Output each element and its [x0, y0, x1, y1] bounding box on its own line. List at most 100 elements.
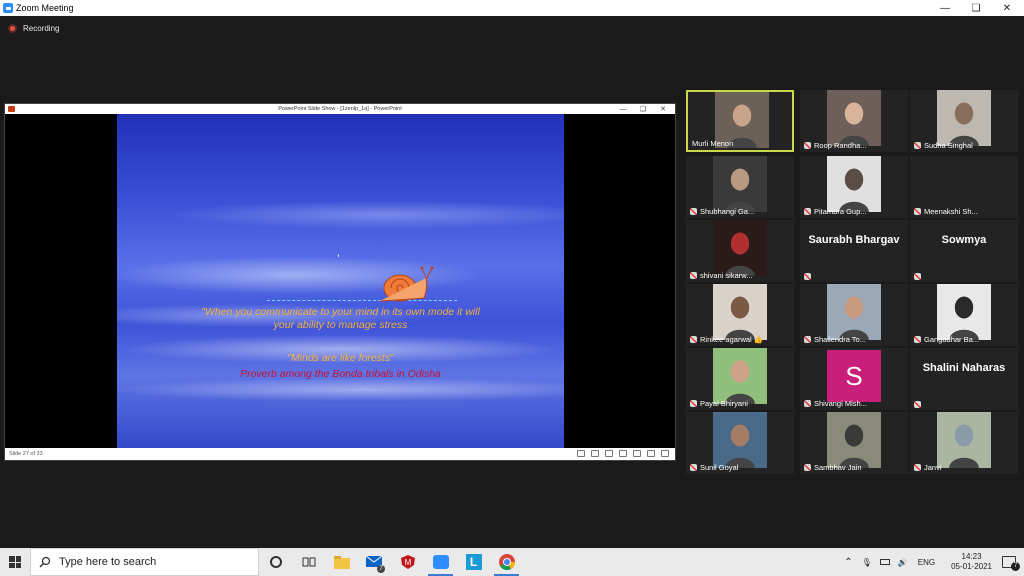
- participant-video: [713, 284, 767, 340]
- microphone-icon[interactable]: 🎙: [862, 558, 872, 567]
- powerpoint-icon: [8, 106, 15, 112]
- slide-quote-line-4: Proverb among the Bonda tribals in Odish…: [240, 368, 441, 380]
- participant-name: Shivangi Mish...: [814, 399, 867, 408]
- participant-tile[interactable]: Meenakshi Sh...: [910, 156, 1018, 218]
- cortana-button[interactable]: [259, 548, 292, 576]
- participant-name-label: Shivangi Mish...: [804, 399, 867, 408]
- svg-text:M: M: [404, 558, 411, 567]
- participant-name-label: Meenakshi Sh...: [914, 207, 978, 216]
- participant-name-label: Pitambra Gup...: [804, 207, 867, 216]
- recording-label: Recording: [23, 24, 60, 33]
- prev-slide-icon[interactable]: [577, 450, 585, 457]
- participant-tile[interactable]: S Shivangi Mish...: [800, 348, 908, 410]
- participant-tile[interactable]: Payal Bhiryani: [686, 348, 794, 410]
- participant-video: [713, 156, 767, 212]
- chrome-icon: [498, 554, 515, 570]
- taskbar-search[interactable]: Type here to search: [30, 548, 259, 576]
- participant-tile[interactable]: Shailendra To...: [800, 284, 908, 346]
- participant-video: [827, 284, 881, 340]
- clock-time: 14:23: [961, 552, 982, 561]
- participant-tile[interactable]: Rinkee agarwal 👍: [686, 284, 794, 346]
- window-titlebar: Zoom Meeting — ❑ ✕: [0, 0, 1024, 16]
- slide-counter: Slide 27 of 33: [9, 451, 43, 457]
- task-view-icon: [302, 557, 315, 567]
- start-button[interactable]: [0, 548, 30, 576]
- notification-badge: 7: [1011, 562, 1020, 571]
- l-app-icon: L: [465, 554, 482, 570]
- participant-name-label: shivani sikarw...: [690, 271, 753, 280]
- language-indicator[interactable]: ENG: [918, 558, 935, 567]
- maximize-button[interactable]: ❑: [961, 0, 991, 16]
- participant-video: [827, 156, 881, 212]
- search-icon: [39, 556, 51, 568]
- participant-tile[interactable]: Roop Randha...: [800, 90, 908, 152]
- recording-indicator[interactable]: Recording: [8, 24, 59, 33]
- slide-sorter-icon[interactable]: [633, 450, 641, 457]
- mcafee-shield-icon: M: [400, 555, 415, 569]
- participant-tile[interactable]: Sudha Singhal: [910, 90, 1018, 152]
- participant-tile[interactable]: Saurabh Bhargav: [800, 220, 908, 282]
- participant-tile[interactable]: Pitambra Gup...: [800, 156, 908, 218]
- participant-tile[interactable]: Janvi: [910, 412, 1018, 474]
- slide-menu-icon[interactable]: [591, 450, 599, 457]
- mcafee-button[interactable]: M: [391, 548, 424, 576]
- slideshow-controls: [577, 450, 669, 457]
- participant-tile[interactable]: Sowmya: [910, 220, 1018, 282]
- participant-name: Janvi: [924, 463, 942, 472]
- participant-name: Sunil Goyal: [700, 463, 739, 472]
- cortana-icon: [269, 556, 282, 568]
- participant-tile[interactable]: Shubhangi Ga...: [686, 156, 794, 218]
- participant-name-label: Rinkee agarwal 👍: [690, 335, 763, 344]
- participant-video: [713, 412, 767, 468]
- next-slide-icon[interactable]: [605, 450, 613, 457]
- participant-name: Shailendra To...: [814, 335, 866, 344]
- clock-date: 05-01-2021: [951, 562, 992, 571]
- chrome-button[interactable]: [490, 548, 523, 576]
- zoom-taskbar-button[interactable]: [424, 548, 457, 576]
- participant-video: [937, 412, 991, 468]
- l-app-button[interactable]: L: [457, 548, 490, 576]
- slide-comma: ’: [337, 252, 340, 266]
- participant-name: Shubhangi Ga...: [700, 207, 755, 216]
- close-button[interactable]: ✕: [992, 0, 1022, 16]
- shared-screen: PowerPoint Slide Show - [1zenlp_1a] - Po…: [4, 103, 676, 461]
- participant-name-label: [914, 273, 924, 280]
- participant-video: [937, 284, 991, 340]
- pp-minimize-icon: —: [619, 105, 627, 113]
- participant-tile[interactable]: Sambhav Jain: [800, 412, 908, 474]
- participant-tile[interactable]: Gangadhar Ba...: [910, 284, 1018, 346]
- participant-tile[interactable]: Shalini Naharas: [910, 348, 1018, 410]
- show-hidden-icons-icon[interactable]: ⌃: [844, 557, 852, 568]
- participant-name-label: Sunil Goyal: [690, 463, 738, 472]
- participant-tile[interactable]: Murli Menon: [686, 90, 794, 152]
- minimize-button[interactable]: —: [930, 0, 960, 16]
- slide-quote-line-2: your ability to manage stress: [273, 319, 408, 331]
- participant-name: Rinkee agarwal: [700, 335, 752, 344]
- clock[interactable]: 14:23 05-01-2021: [951, 552, 992, 572]
- reading-view-icon[interactable]: [647, 450, 655, 457]
- battery-icon[interactable]: [879, 559, 890, 565]
- participant-name-label: Murli Menon: [692, 139, 733, 148]
- participant-tile[interactable]: Sunil Goyal: [686, 412, 794, 474]
- notification-center-icon[interactable]: 7: [1002, 556, 1020, 571]
- volume-icon[interactable]: 🔊: [898, 558, 908, 567]
- participant-name-label: [804, 273, 814, 280]
- zoom-app-icon: [432, 555, 449, 569]
- window-title: Zoom Meeting: [16, 3, 74, 13]
- recording-dot-icon: [8, 24, 17, 33]
- normal-view-icon[interactable]: [619, 450, 627, 457]
- file-explorer-button[interactable]: [325, 548, 358, 576]
- pp-restore-icon: ❑: [639, 106, 647, 113]
- slideshow-view-icon[interactable]: [661, 450, 669, 457]
- task-view-button[interactable]: [292, 548, 325, 576]
- participant-name: Meenakshi Sh...: [924, 207, 978, 216]
- slide-quote-line-3: "Minds are like forests": [287, 352, 394, 364]
- powerpoint-titlebar: PowerPoint Slide Show - [1zenlp_1a] - Po…: [5, 104, 675, 114]
- mail-button[interactable]: 7: [358, 548, 391, 576]
- system-tray: ⌃ 🎙 🔊 ENG 14:23 05-01-2021 7: [839, 548, 1024, 576]
- participant-name-label: Sambhav Jain: [804, 463, 862, 472]
- participant-name-label: Janvi: [914, 463, 942, 472]
- participant-name-display: Shalini Naharas: [922, 362, 1006, 374]
- participant-tile[interactable]: shivani sikarw...: [686, 220, 794, 282]
- mail-badge: 7: [377, 565, 385, 573]
